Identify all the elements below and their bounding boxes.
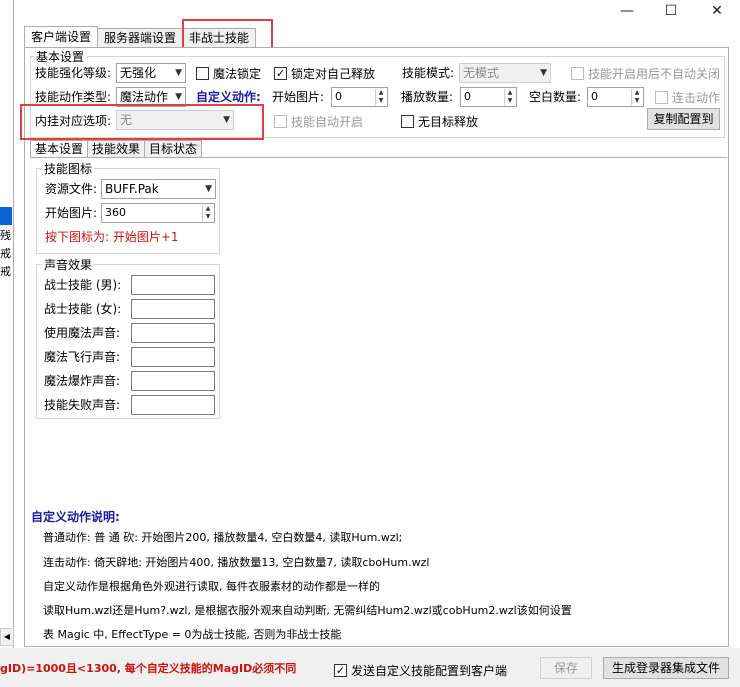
custom-action-label: 自定义动作: xyxy=(196,90,261,104)
subtab-skill-effect[interactable]: 技能效果 xyxy=(87,140,146,158)
start-image-label: 开始图片: xyxy=(272,90,325,104)
skill-icon-title: 技能图标 xyxy=(42,160,95,177)
no-auto-close-checkbox[interactable]: 技能开启用后不自动关闭 xyxy=(571,65,720,82)
basic-settings-title: 基本设置 xyxy=(34,48,87,65)
spin-arrows-icon[interactable]: ▲ ▼ xyxy=(202,205,213,221)
sub-tabs: 基本设置 技能效果 目标状态 xyxy=(30,140,203,158)
left-list-item[interactable]: 残 xyxy=(0,230,12,242)
desc-line: 普通动作: 普 通 砍: 开始图片200, 播放数量4, 空白数量4, 读取Hu… xyxy=(43,531,403,544)
combo-action-checkbox[interactable]: 连击动作 xyxy=(655,89,720,106)
skill-mode-label: 技能模式: xyxy=(402,66,455,80)
scroll-left-arrow[interactable]: ◀ xyxy=(0,628,14,646)
sound-input-magic-explode[interactable] xyxy=(131,371,215,391)
send-config-checkbox[interactable]: ✓ 发送自定义技能配置到客户端 xyxy=(334,662,507,679)
blank-count-stepper[interactable]: 0 ▲ ▼ xyxy=(587,87,644,107)
left-list-panel[interactable] xyxy=(0,0,14,648)
sound-input-warrior-female[interactable] xyxy=(131,299,215,319)
sound-effects-title: 声音效果 xyxy=(42,256,95,273)
sound-row-label: 战士技能 (女): xyxy=(44,302,122,316)
sub-panel-divider xyxy=(30,157,727,158)
icon-start-label: 开始图片: xyxy=(45,206,98,220)
left-list-selected-item[interactable] xyxy=(0,207,12,225)
skill-mode-select[interactable]: 无模式 ▼ xyxy=(459,63,551,83)
blank-count-label: 空白数量: xyxy=(529,90,582,104)
maximize-button[interactable]: ☐ xyxy=(648,0,694,22)
skill-strengthen-label: 技能强化等级: xyxy=(35,66,112,80)
sound-input-use-magic[interactable] xyxy=(131,323,215,343)
tab-server-settings[interactable]: 服务器端设置 xyxy=(97,28,184,48)
sound-row-label: 战士技能 (男): xyxy=(44,278,122,292)
sound-input-warrior-male[interactable] xyxy=(131,275,215,295)
save-button[interactable]: 保存 xyxy=(540,657,592,679)
tab-client-settings[interactable]: 客户端设置 xyxy=(24,26,99,48)
chevron-down-icon: ▼ xyxy=(205,184,212,194)
desc-line: 读取Hum.wzl还是Hum?.wzl, 是根据衣服外观来自动判断, 无需纠结H… xyxy=(43,604,572,617)
left-list-item[interactable]: 戒 xyxy=(0,248,12,260)
play-count-stepper[interactable]: 0 ▲ ▼ xyxy=(460,87,517,107)
icon-start-stepper[interactable]: 360 ▲ ▼ xyxy=(101,203,215,223)
highlight-tab-box xyxy=(182,19,273,50)
spin-arrows-icon[interactable]: ▲ ▼ xyxy=(504,89,515,105)
sound-input-magic-fly[interactable] xyxy=(131,347,215,367)
sound-input-skill-fail[interactable] xyxy=(131,395,215,415)
play-count-label: 播放数量: xyxy=(401,90,454,104)
skill-strengthen-select[interactable]: 无强化 ▼ xyxy=(116,63,186,83)
desc-line: 表 Magic 中, EffectType = 0为战士技能, 否则为非战士技能 xyxy=(43,628,342,641)
spin-arrows-icon[interactable]: ▲ ▼ xyxy=(631,89,642,105)
desc-line: 自定义动作是根据角色外观进行读取, 每件衣服素材的动作都是一样的 xyxy=(43,580,380,593)
start-image-stepper[interactable]: 0 ▲ ▼ xyxy=(331,87,388,107)
auto-start-checkbox[interactable]: 技能自动开启 xyxy=(274,113,363,130)
chevron-down-icon: ▼ xyxy=(540,68,547,78)
sound-row-label: 魔法爆炸声音: xyxy=(44,374,121,388)
generate-launcher-button[interactable]: 生成登录器集成文件 xyxy=(603,657,729,679)
lock-self-checkbox[interactable]: ✓ 锁定对自己释放 xyxy=(274,65,375,82)
custom-action-desc-title: 自定义动作说明: xyxy=(31,510,120,524)
icon-hint: 按下图标为: 开始图片+1 xyxy=(45,230,179,244)
sound-row-label: 技能失败声音: xyxy=(44,398,121,412)
resource-file-select[interactable]: BUFF.Pak ▼ xyxy=(101,179,216,199)
minimize-button[interactable]: — xyxy=(604,0,650,22)
spin-arrows-icon[interactable]: ▲ ▼ xyxy=(375,89,386,105)
no-target-checkbox[interactable]: 无目标释放 xyxy=(401,113,478,130)
action-type-label: 技能动作类型: xyxy=(35,90,112,104)
left-list-item[interactable]: 戒 xyxy=(0,266,12,278)
sound-row-label: 魔法飞行声音: xyxy=(44,350,121,364)
chevron-down-icon: ▼ xyxy=(175,68,182,78)
magid-warning: gID)=1000且<1300, 每个自定义技能的MagID必须不同 xyxy=(0,662,297,675)
copy-config-button[interactable]: 复制配置到 xyxy=(647,108,720,130)
highlight-plugin-box xyxy=(20,104,264,140)
subtab-basic-settings[interactable]: 基本设置 xyxy=(30,140,89,158)
desc-line: 连击动作: 倚天辟地: 开始图片400, 播放数量13, 空白数量7, 读取cb… xyxy=(43,556,430,569)
sound-row-label: 使用魔法声音: xyxy=(44,326,121,340)
resource-file-label: 资源文件: xyxy=(45,182,98,196)
magic-lock-checkbox[interactable]: 魔法锁定 xyxy=(196,65,261,82)
subtab-target-status[interactable]: 目标状态 xyxy=(144,140,203,158)
close-button[interactable]: ✕ xyxy=(694,0,740,22)
